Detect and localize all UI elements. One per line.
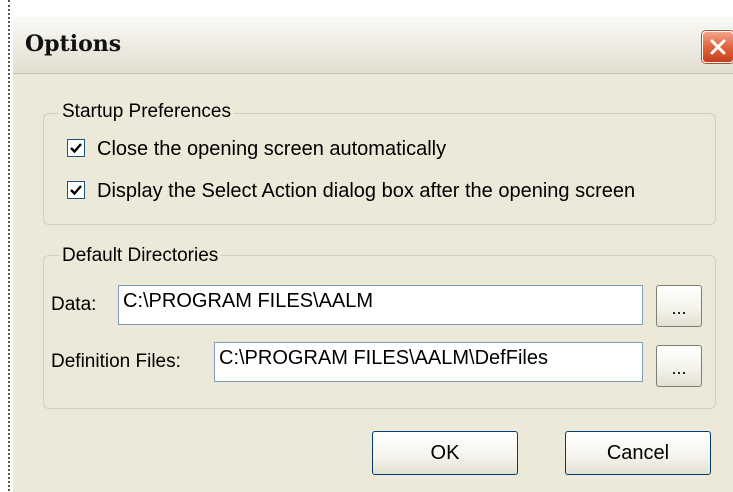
dialog-title: Options (25, 31, 122, 57)
ok-button[interactable]: OK (372, 431, 518, 475)
data-browse-button[interactable]: ... (656, 285, 702, 327)
close-opening-screen-label: Close the opening screen automatically (97, 138, 447, 160)
display-select-action-label: Display the Select Action dialog box aft… (97, 180, 636, 202)
close-icon (710, 39, 726, 55)
close-button[interactable] (702, 31, 733, 63)
cancel-button[interactable]: Cancel (565, 431, 711, 475)
checkmark-icon (70, 143, 82, 154)
data-label: Data: (51, 294, 97, 315)
display-select-action-checkbox[interactable] (67, 181, 85, 199)
definition-files-input[interactable]: C:\PROGRAM FILES\AALM\DefFiles (214, 342, 643, 382)
default-directories-group (43, 255, 716, 409)
close-opening-screen-checkbox[interactable] (67, 139, 85, 157)
default-directories-legend: Default Directories (59, 245, 222, 267)
definition-files-label: Definition Files: (51, 351, 181, 372)
startup-preferences-legend: Startup Preferences (59, 101, 234, 123)
definition-browse-button[interactable]: ... (656, 345, 702, 387)
options-dialog: Options Startup Preferences Close the op… (12, 16, 733, 492)
background-dotted-border (8, 0, 10, 491)
data-directory-input[interactable]: C:\PROGRAM FILES\AALM (118, 285, 643, 325)
title-bar[interactable]: Options (13, 17, 733, 74)
startup-preferences-group (43, 113, 716, 225)
checkmark-icon (70, 185, 82, 196)
